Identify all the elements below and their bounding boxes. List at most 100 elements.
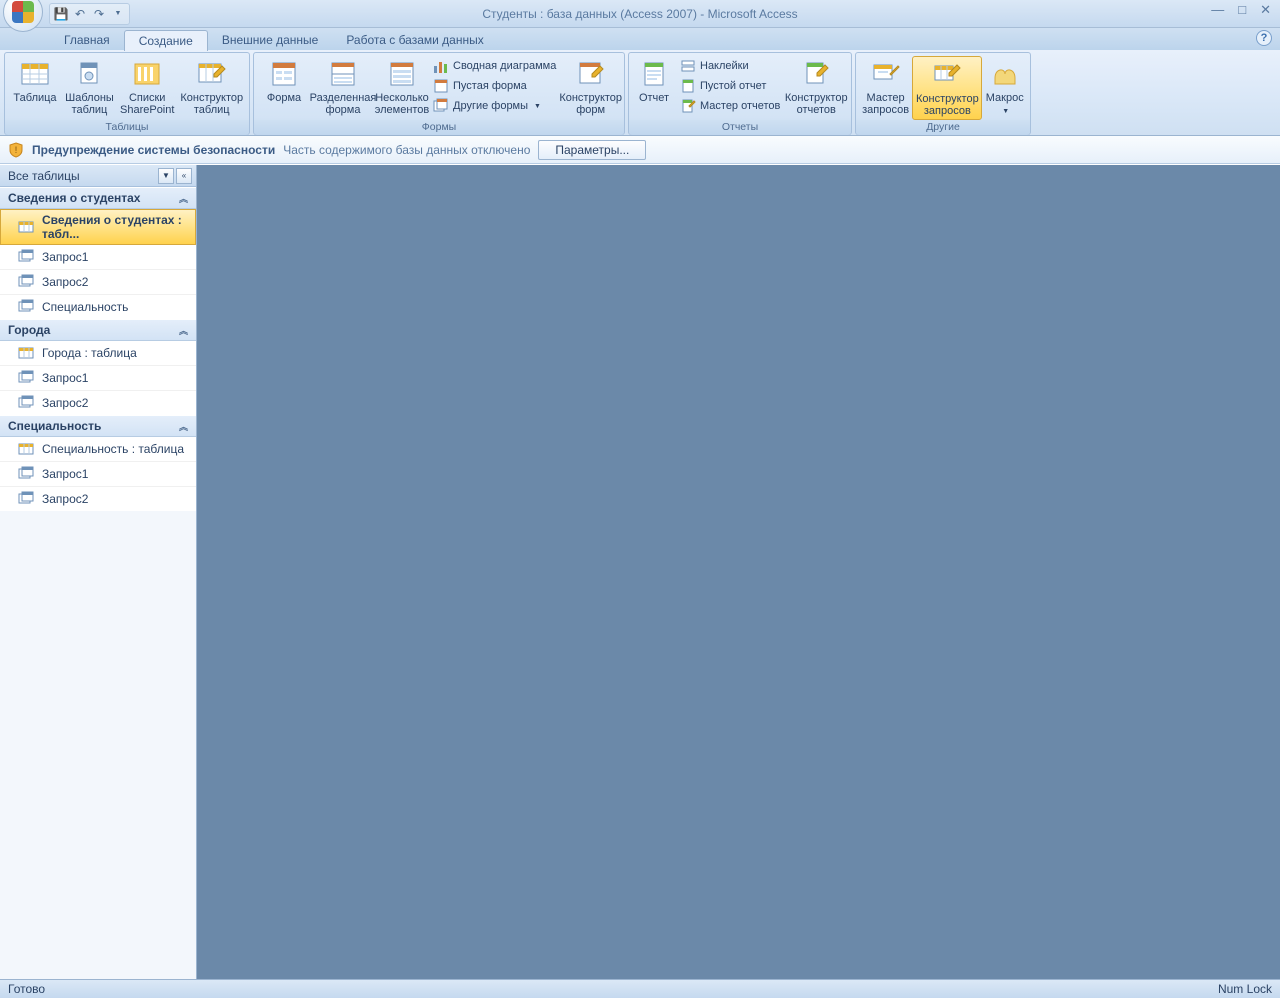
multi-items-button[interactable]: Несколько элементов bbox=[375, 56, 429, 120]
navigation-pane: Все таблицы ▼ « Сведения о студентах ︽ С… bbox=[0, 165, 197, 979]
chevron-up-icon: ︽ bbox=[179, 192, 188, 205]
table-design-button[interactable]: Конструктор таблиц bbox=[177, 56, 246, 120]
main-area: Все таблицы ▼ « Сведения о студентах ︽ С… bbox=[0, 164, 1280, 979]
help-button[interactable]: ? bbox=[1256, 30, 1272, 46]
pivot-chart-label: Сводная диаграмма bbox=[453, 60, 556, 72]
nav-item-label: Специальность bbox=[42, 300, 128, 314]
nav-category[interactable]: Города ︽ bbox=[0, 319, 196, 341]
labels-button[interactable]: Наклейки bbox=[676, 56, 784, 76]
nav-item-table[interactable]: Сведения о студентах : табл... bbox=[0, 209, 196, 245]
nav-item-label: Специальность : таблица bbox=[42, 442, 184, 456]
group-reports-label: Отчеты bbox=[629, 120, 851, 135]
query-wizard-button[interactable]: Мастер запросов bbox=[859, 56, 912, 120]
report-design-label: Конструктор отчетов bbox=[785, 92, 848, 116]
nav-item-query[interactable]: Запрос2 bbox=[0, 391, 196, 415]
report-design-button[interactable]: Конструктор отчетов bbox=[784, 56, 848, 120]
tab-create[interactable]: Создание bbox=[124, 30, 208, 51]
table-icon bbox=[18, 441, 34, 457]
query-wizard-icon bbox=[870, 58, 902, 90]
nav-category[interactable]: Сведения о студентах ︽ bbox=[0, 187, 196, 209]
minimize-button[interactable]: — bbox=[1208, 2, 1227, 18]
group-tables-label: Таблицы bbox=[5, 120, 249, 135]
group-forms-label: Формы bbox=[254, 120, 624, 135]
blank-form-icon bbox=[433, 78, 449, 94]
pivot-chart-button[interactable]: Сводная диаграмма bbox=[429, 56, 560, 76]
table-button[interactable]: Таблица bbox=[8, 56, 62, 120]
report-wizard-icon bbox=[680, 98, 696, 114]
table-icon bbox=[18, 219, 34, 235]
report-wizard-label: Мастер отчетов bbox=[700, 100, 780, 112]
report-icon bbox=[638, 58, 670, 90]
nav-dropdown-button[interactable]: ▼ bbox=[158, 168, 174, 184]
blank-report-icon bbox=[680, 78, 696, 94]
more-forms-button[interactable]: Другие формы ▼ bbox=[429, 96, 560, 116]
svg-text:!: ! bbox=[15, 145, 18, 155]
query-icon bbox=[18, 466, 34, 482]
chevron-up-icon: ︽ bbox=[179, 420, 188, 433]
blank-form-button[interactable]: Пустая форма bbox=[429, 76, 560, 96]
nav-item-query[interactable]: Запрос2 bbox=[0, 270, 196, 295]
query-design-label: Конструктор запросов bbox=[916, 93, 979, 117]
blank-form-label: Пустая форма bbox=[453, 80, 527, 92]
security-options-button[interactable]: Параметры... bbox=[538, 140, 646, 160]
nav-category-label: Специальность bbox=[8, 419, 101, 433]
status-left: Готово bbox=[8, 982, 45, 996]
office-button[interactable] bbox=[3, 0, 43, 32]
sharepoint-lists-label: Списки SharePoint bbox=[120, 92, 174, 116]
nav-category-label: Города bbox=[8, 323, 50, 337]
status-bar: Готово Num Lock bbox=[0, 979, 1280, 998]
report-button[interactable]: Отчет bbox=[632, 56, 676, 120]
nav-item-query[interactable]: Запрос1 bbox=[0, 462, 196, 487]
redo-icon[interactable]: ↷ bbox=[90, 5, 108, 23]
report-wizard-button[interactable]: Мастер отчетов bbox=[676, 96, 784, 116]
nav-item-query[interactable]: Запрос1 bbox=[0, 366, 196, 391]
tab-external-data[interactable]: Внешние данные bbox=[208, 30, 333, 50]
labels-icon bbox=[680, 58, 696, 74]
pivot-chart-icon bbox=[433, 58, 449, 74]
sharepoint-lists-button[interactable]: Списки SharePoint bbox=[117, 56, 178, 120]
tab-home[interactable]: Главная bbox=[50, 30, 124, 50]
more-forms-label: Другие формы bbox=[453, 100, 528, 112]
nav-item-label: Запрос1 bbox=[42, 467, 88, 481]
nav-item-query[interactable]: Специальность bbox=[0, 295, 196, 319]
query-icon bbox=[18, 274, 34, 290]
nav-item-query[interactable]: Запрос1 bbox=[0, 245, 196, 270]
labels-label: Наклейки bbox=[700, 60, 749, 72]
table-icon bbox=[18, 345, 34, 361]
macro-button[interactable]: Макрос▼ bbox=[982, 56, 1027, 120]
nav-header[interactable]: Все таблицы ▼ « bbox=[0, 165, 196, 187]
query-wizard-label: Мастер запросов bbox=[862, 92, 909, 116]
title-bar: 💾 ↶ ↷ ▼ Студенты : база данных (Access 2… bbox=[0, 0, 1280, 28]
chevron-up-icon: ︽ bbox=[179, 324, 188, 337]
nav-item-query[interactable]: Запрос2 bbox=[0, 487, 196, 511]
close-button[interactable]: ✕ bbox=[1257, 2, 1274, 18]
save-icon[interactable]: 💾 bbox=[52, 5, 70, 23]
nav-collapse-button[interactable]: « bbox=[176, 168, 192, 184]
table-design-icon bbox=[196, 58, 228, 90]
form-icon bbox=[268, 58, 300, 90]
ribbon-tabs: Главная Создание Внешние данные Работа с… bbox=[0, 28, 1280, 50]
workspace bbox=[197, 165, 1280, 979]
query-design-icon bbox=[931, 59, 963, 91]
query-icon bbox=[18, 299, 34, 315]
form-design-button[interactable]: Конструктор форм bbox=[560, 56, 621, 120]
table-templates-button[interactable]: Шаблоны таблиц bbox=[62, 56, 117, 120]
nav-item-table[interactable]: Специальность : таблица bbox=[0, 437, 196, 462]
nav-item-table[interactable]: Города : таблица bbox=[0, 341, 196, 366]
blank-report-button[interactable]: Пустой отчет bbox=[676, 76, 784, 96]
multi-items-icon bbox=[386, 58, 418, 90]
form-design-icon bbox=[575, 58, 607, 90]
sharepoint-lists-icon bbox=[131, 58, 163, 90]
form-button[interactable]: Форма bbox=[257, 56, 311, 120]
split-form-button[interactable]: Разделенная форма bbox=[311, 56, 375, 120]
qat-dropdown-icon[interactable]: ▼ bbox=[109, 5, 127, 23]
nav-category[interactable]: Специальность ︽ bbox=[0, 415, 196, 437]
ribbon: Таблица Шаблоны таблиц Списки SharePoint… bbox=[0, 50, 1280, 136]
query-design-button[interactable]: Конструктор запросов bbox=[912, 56, 982, 120]
ribbon-group-other: Мастер запросов Конструктор запросов Мак… bbox=[855, 52, 1031, 135]
report-label: Отчет bbox=[639, 92, 669, 104]
query-icon bbox=[18, 395, 34, 411]
tab-database-tools[interactable]: Работа с базами данных bbox=[332, 30, 497, 50]
undo-icon[interactable]: ↶ bbox=[71, 5, 89, 23]
maximize-button[interactable]: □ bbox=[1235, 2, 1249, 18]
